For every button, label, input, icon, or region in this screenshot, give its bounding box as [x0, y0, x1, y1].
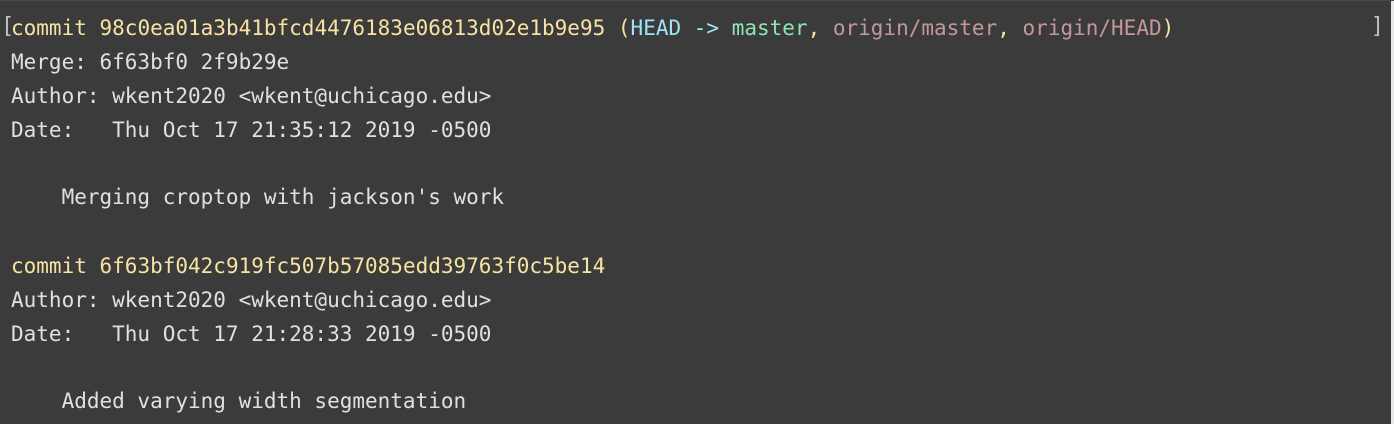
remote-ref: origin/HEAD [1022, 16, 1162, 40]
commit-label: commit [11, 254, 100, 278]
merge-line: Merge: 6f63bf0 2f9b29e [11, 50, 290, 74]
commit-hash: 98c0ea01a3b41bfcd4476183e06813d02e1b9e95 [99, 16, 606, 40]
author-line: Author: wkent2020 <wkent@uchicago.edu> [11, 288, 492, 312]
ref-separator: , [807, 16, 833, 40]
remote-ref: origin/master [832, 16, 998, 40]
refs-close-paren: ) [1161, 16, 1175, 40]
selection-bracket-right: ] [1370, 14, 1384, 39]
refs-open-paren: ( [605, 16, 631, 40]
ref-separator: , [997, 16, 1023, 40]
commit-header-line: commit 6f63bf042c919fc507b57085edd39763f… [11, 252, 605, 280]
head-ref: HEAD -> [630, 16, 732, 40]
commit-label: commit [11, 16, 100, 40]
commit-message: Merging croptop with jackson's work [11, 185, 505, 209]
terminal-window[interactable]: [ ] commit 98c0ea01a3b41bfcd4476183e0681… [0, 0, 1394, 424]
date-line: Date: Thu Oct 17 21:28:33 2019 -0500 [11, 322, 492, 346]
commit-header-line: commit 98c0ea01a3b41bfcd4476183e06813d02… [11, 14, 1174, 42]
branch-ref: master [731, 16, 808, 40]
date-line: Date: Thu Oct 17 21:35:12 2019 -0500 [11, 118, 492, 142]
commit-message: Added varying width segmentation [11, 389, 467, 413]
commit-hash: 6f63bf042c919fc507b57085edd39763f0c5be14 [99, 254, 606, 278]
author-line: Author: wkent2020 <wkent@uchicago.edu> [11, 84, 492, 108]
